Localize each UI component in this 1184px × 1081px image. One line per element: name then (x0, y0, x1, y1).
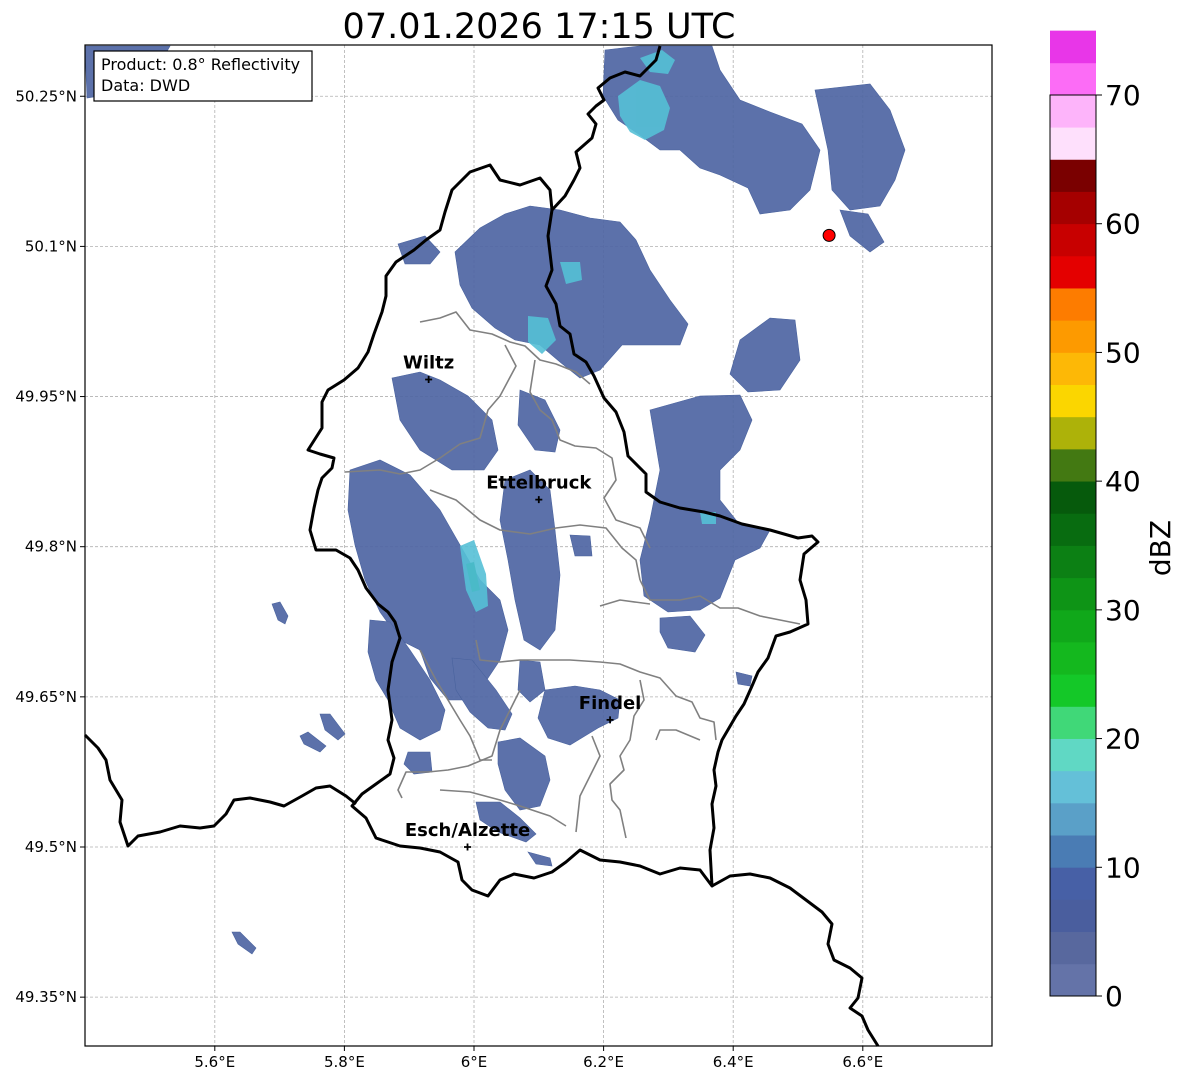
city-label: Findel (579, 693, 642, 714)
colorbar-bin (1050, 609, 1096, 643)
lat-tick-label: 49.8°N (25, 538, 77, 556)
colorbar-tick-label: 20 (1105, 723, 1141, 756)
colorbar-tick-label: 0 (1105, 980, 1123, 1013)
info-box: Product: 0.8° Reflectivity Data: DWD (93, 50, 313, 102)
colorbar-bin (1050, 835, 1096, 868)
colorbar-bin (1050, 481, 1096, 514)
lon-tick-label: 5.8°E (324, 1053, 365, 1071)
colorbar-bin (1050, 867, 1096, 900)
colorbar-bin (1050, 191, 1096, 225)
colorbar-bin (1050, 770, 1096, 804)
colorbar-bin (1050, 642, 1096, 675)
colorbar: 0 10 20 30 40 50 60 70 dBZ (1049, 30, 1177, 1013)
info-product: Product: 0.8° Reflectivity (101, 55, 300, 74)
colorbar-bin (1050, 320, 1096, 353)
colorbar-bin (1050, 899, 1096, 933)
colorbar-bin (1050, 706, 1096, 739)
map-title: 07.01.2026 17:15 UTC (343, 7, 736, 47)
colorbar-tick-label: 30 (1105, 594, 1141, 627)
latitude-tick-labels: 50.25°N 50.1°N 49.95°N 49.8°N 49.65°N 49.5°N 4… (15, 87, 85, 1006)
colorbar-tick-label: 10 (1105, 851, 1141, 884)
colorbar-bins (1050, 30, 1096, 997)
colorbar-bin (1050, 288, 1096, 321)
colorbar-bin (1050, 738, 1096, 772)
colorbar-tick-label: 70 (1105, 79, 1141, 112)
colorbar-bin (1050, 963, 1096, 997)
lon-tick-label: 6.6°E (842, 1053, 883, 1071)
city-label: Ettelbruck (486, 473, 592, 494)
lon-tick-label: 5.6°E (194, 1053, 235, 1071)
lat-tick-label: 49.65°N (15, 688, 77, 706)
lat-tick-label: 49.35°N (15, 988, 77, 1006)
lat-tick-label: 49.5°N (25, 838, 77, 856)
colorbar-bin (1050, 448, 1096, 482)
city-label: Wiltz (403, 353, 454, 374)
colorbar-tick-labels: 0 10 20 30 40 50 60 70 (1096, 79, 1141, 1013)
lat-tick-label: 50.1°N (25, 237, 77, 255)
lat-tick-label: 49.95°N (15, 388, 77, 406)
colorbar-bin (1050, 159, 1096, 192)
colorbar-bin (1050, 802, 1096, 836)
info-data-source: Data: DWD (101, 76, 190, 95)
colorbar-bin (1050, 384, 1096, 418)
colorbar-bin (1050, 223, 1096, 257)
colorbar-bin (1050, 931, 1096, 965)
lon-tick-label: 6°E (461, 1053, 488, 1071)
colorbar-bin (1050, 127, 1096, 160)
colorbar-bin (1050, 416, 1096, 450)
colorbar-bin (1050, 30, 1096, 64)
colorbar-bin (1050, 577, 1096, 611)
colorbar-label: dBZ (1144, 520, 1177, 576)
colorbar-tick-label: 50 (1105, 336, 1141, 369)
colorbar-bin (1050, 513, 1096, 546)
colorbar-bin (1050, 255, 1096, 289)
map-panel: Wiltz Ettelbruck Findel Esch/Alzette Produc… (83, 44, 993, 1047)
colorbar-bin (1050, 95, 1096, 128)
radar-site-marker (822, 228, 836, 242)
colorbar-bin (1050, 545, 1096, 579)
colorbar-bin (1050, 62, 1096, 96)
colorbar-bin (1050, 674, 1096, 707)
colorbar-tick-label: 40 (1105, 465, 1141, 498)
longitude-tick-labels: 5.6°E 5.8°E 6°E 6.2°E 6.4°E 6.6°E (194, 1046, 883, 1071)
colorbar-tick-label: 60 (1105, 208, 1141, 241)
lat-tick-label: 50.25°N (15, 87, 77, 105)
city-label: Esch/Alzette (405, 820, 530, 841)
colorbar-bin (1050, 352, 1096, 386)
lon-tick-label: 6.2°E (583, 1053, 624, 1071)
lon-tick-label: 6.4°E (713, 1053, 754, 1071)
radar-figure: 07.01.2026 17:15 UTC WiltzEttelbruckFind… (15, 7, 1177, 1071)
